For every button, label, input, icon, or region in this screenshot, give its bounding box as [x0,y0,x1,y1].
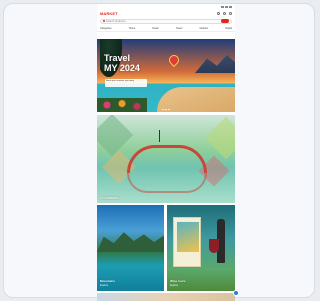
poster-art [177,222,199,252]
product-tile[interactable]: Wine tours Explore [167,205,235,291]
carousel-dot[interactable] [168,109,170,110]
app-logo[interactable]: MARKET [100,11,118,16]
feature-banner[interactable]: Destinations [97,115,235,203]
tile-caption: Mountains [100,279,115,283]
nav-item[interactable]: Deals [152,27,158,30]
flag-icon [159,130,160,142]
tile-subtitle: Explore [100,284,109,287]
nav-item[interactable]: Travel [176,27,183,30]
bridge-illustration [127,145,207,173]
nav-item[interactable]: Fashion [200,27,209,30]
search-placeholder: Search products... [106,19,128,23]
search-input[interactable]: Search products... [100,18,232,24]
wine-glass-icon [209,239,219,253]
signal-icon [221,6,224,8]
status-icons [221,6,232,8]
decor-tile [204,116,235,160]
tile-subtitle: Explore [170,284,179,287]
top-bar: MARKET [97,10,235,17]
cart-icon[interactable] [223,12,226,15]
category-nav: Categories Home Deals Travel Fashion Dig… [97,25,235,32]
menu-icon[interactable] [229,12,232,15]
battery-icon [229,6,232,8]
next-row-preview [97,293,235,301]
search-row: Search products... [97,17,235,25]
bridge-reflection [127,173,207,193]
hero-badge: Book your summer trip today [105,79,147,87]
location-pin-icon [166,52,182,68]
search-button[interactable] [221,19,229,23]
hero-flowers [97,98,147,112]
top-icons [217,12,232,15]
phone-screen: MARKET Search products... Categories Hom… [97,4,235,301]
hero-banner[interactable]: Travel MY 2024 Book your summer trip tod… [97,39,235,112]
carousel-dot[interactable] [162,109,164,110]
tile-caption: Wine tours [170,279,186,283]
nav-item[interactable]: Digital [225,27,232,30]
nav-item[interactable]: Home [129,27,135,30]
search-icon [103,20,105,22]
carousel-dot[interactable] [165,109,167,110]
feature-caption: Destinations [100,196,120,200]
tile-mountains [97,232,164,252]
hero-subtitle: MY 2024 [104,63,140,73]
carousel-dots[interactable] [162,109,170,110]
hero-mountains [195,55,235,73]
hero-title: Travel [104,53,131,63]
poster-illustration [173,217,201,267]
nav-item[interactable]: Categories [100,27,112,30]
decor-tile [97,115,134,157]
user-icon[interactable] [217,12,220,15]
wifi-icon [225,6,228,8]
floating-action-button[interactable] [233,290,239,296]
product-tile[interactable]: Mountains Explore [97,205,164,291]
